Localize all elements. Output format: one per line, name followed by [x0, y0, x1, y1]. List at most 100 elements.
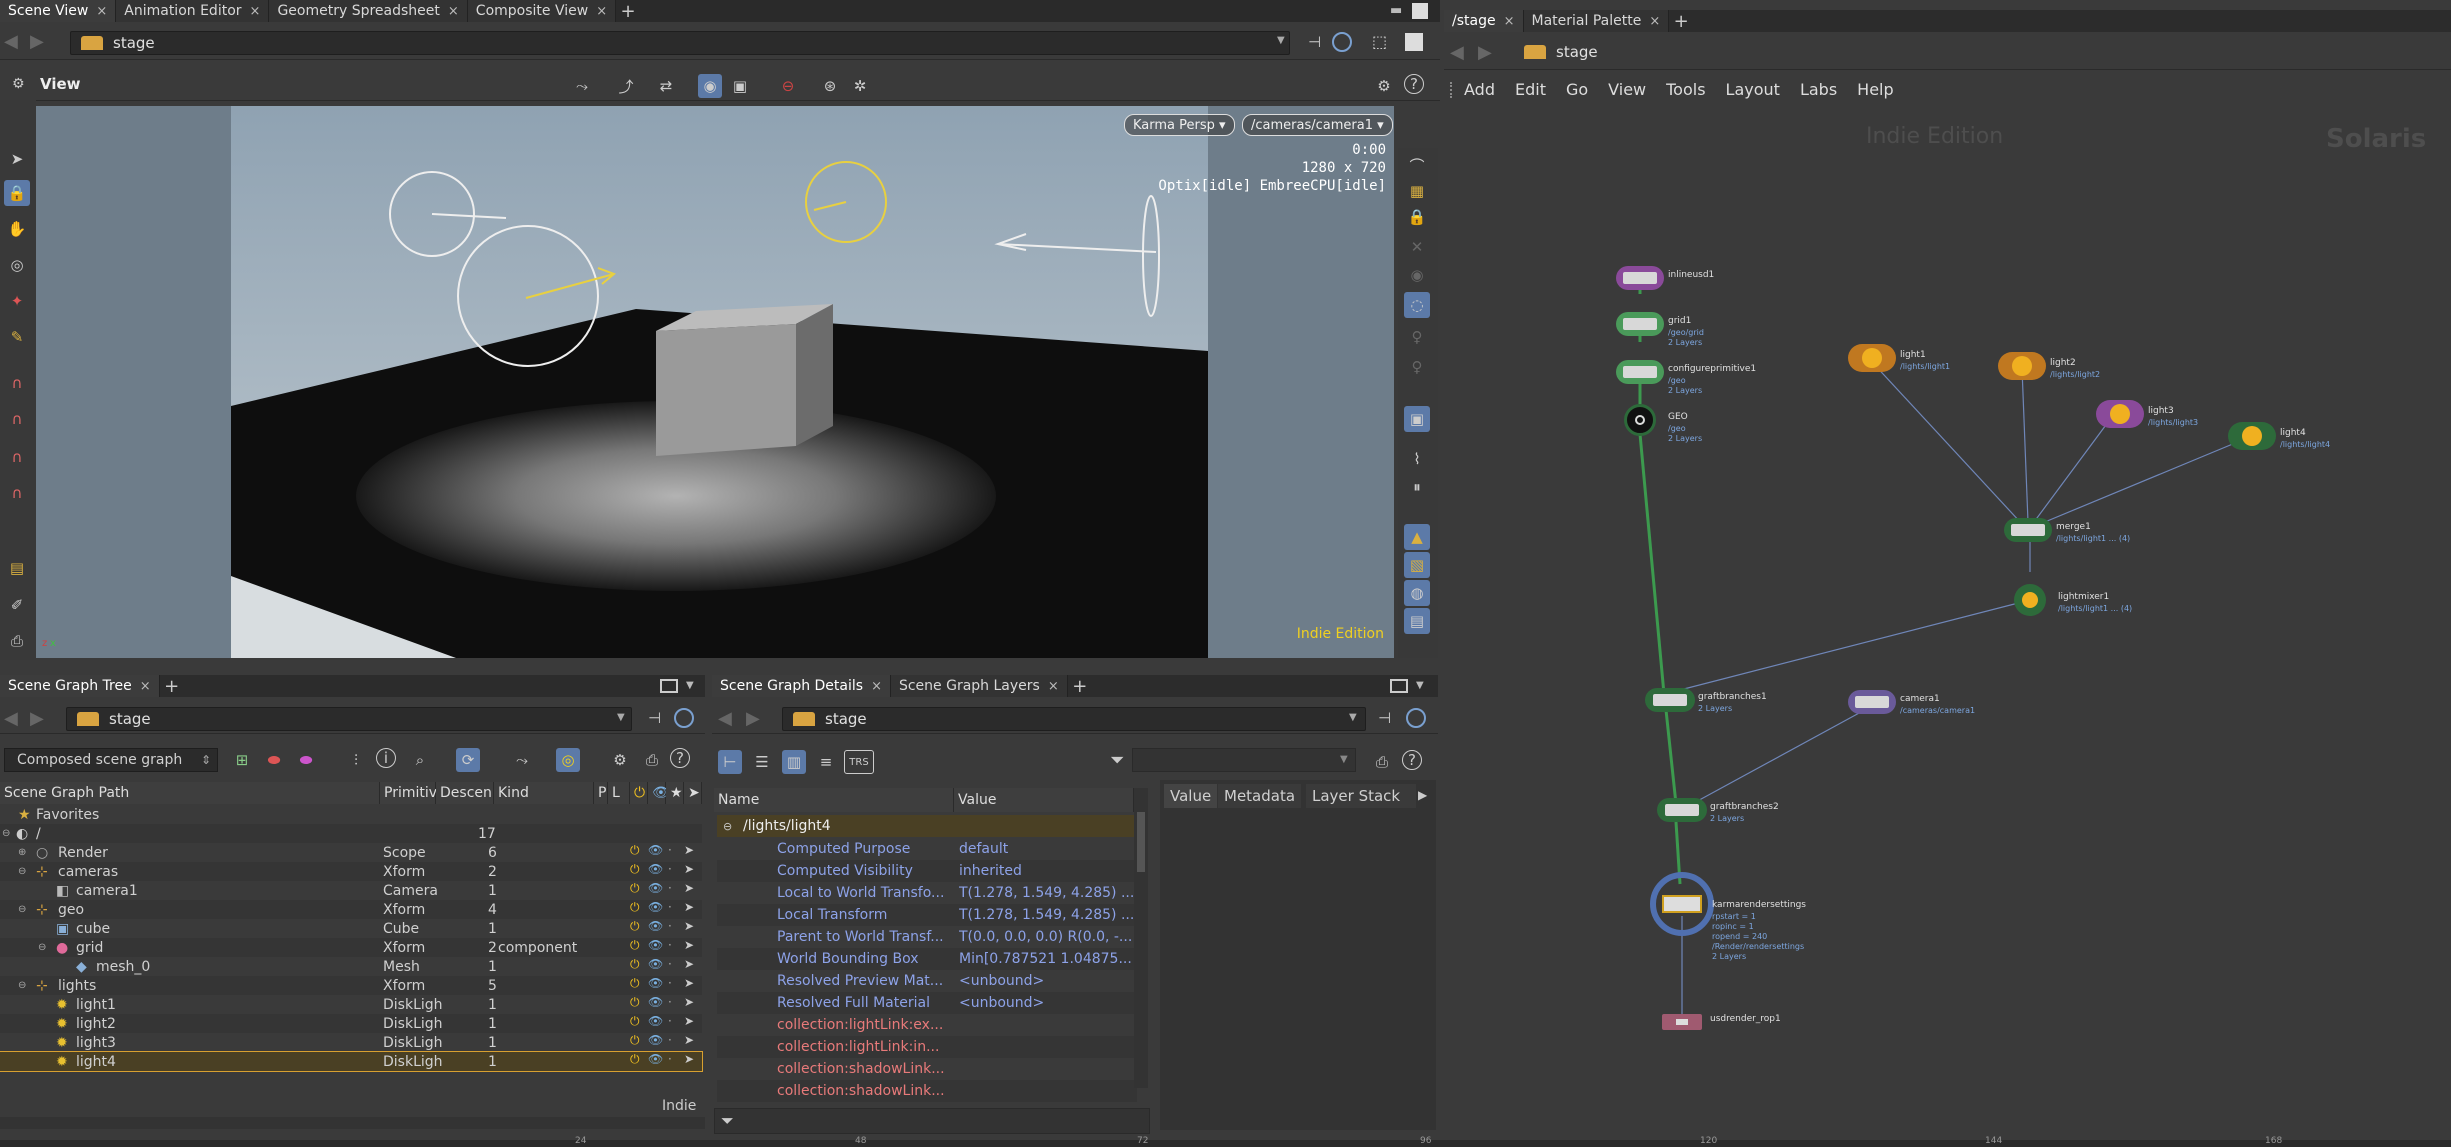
collapse-icon[interactable]: ⊖ — [18, 980, 26, 991]
close-icon[interactable]: × — [871, 679, 882, 694]
display-option-icon[interactable]: ✕ — [1404, 234, 1430, 260]
menu-help[interactable]: Help — [1857, 80, 1893, 99]
active-icon[interactable]: ⏻ — [630, 938, 640, 953]
settings-gear-icon[interactable]: ⚙ — [608, 748, 632, 772]
lock-icon[interactable]: 🔒 — [4, 180, 30, 206]
menu-edit[interactable]: Edit — [1515, 80, 1546, 99]
details-row[interactable]: Local to World Transfo... T(1.278, 1.549,… — [717, 882, 1137, 904]
node-configureprimitive1[interactable] — [1616, 360, 1664, 384]
star-slot-icon[interactable]: · — [668, 938, 672, 952]
menu-tools[interactable]: Tools — [1666, 80, 1705, 99]
lock-icon[interactable]: 🔒 — [1404, 204, 1430, 230]
pause-icon[interactable]: ⏸ — [1404, 474, 1430, 500]
back-arrow-icon[interactable]: ◀ — [4, 31, 18, 52]
display-option-icon[interactable]: ▦ — [1404, 178, 1430, 204]
details-row[interactable]: collection:lightLink:in... — [717, 1036, 1137, 1058]
column-header-active-icon[interactable]: ⏻ — [630, 782, 648, 804]
active-icon[interactable]: ⏻ — [630, 976, 640, 991]
tree-row-lights[interactable]: ⊖ ⊹ lights Xform 5 — [0, 976, 702, 995]
visible-icon[interactable]: 👁 — [648, 1014, 663, 1028]
star-slot-icon[interactable]: · — [668, 919, 672, 933]
collapse-icon[interactable]: ⊖ — [2, 828, 10, 839]
link-icon[interactable] — [1406, 708, 1426, 728]
visible-icon[interactable]: 👁 — [648, 919, 663, 933]
menu-view[interactable]: View — [1608, 80, 1646, 99]
column-header-path[interactable]: Scene Graph Path — [0, 782, 380, 804]
hierarchy-icon[interactable]: ⊢ — [718, 750, 742, 774]
details-prim-row[interactable]: ⊖ /lights/light4 — [717, 815, 1137, 837]
tree-row-camera1[interactable]: ◧ camera1 Camera 1 — [0, 881, 702, 900]
rows-icon[interactable]: ≡ — [814, 750, 838, 774]
details-header-name[interactable]: Name — [714, 788, 954, 812]
active-icon[interactable]: ⏻ — [630, 881, 640, 896]
close-icon[interactable]: × — [448, 4, 459, 19]
tree-path-field[interactable]: stage — [66, 707, 632, 731]
close-icon[interactable]: × — [1048, 679, 1059, 694]
magnet-icon[interactable]: ∩ — [4, 444, 30, 470]
details-row[interactable]: collection:shadowLink... — [717, 1058, 1137, 1080]
node-usdrender_rop1[interactable] — [1662, 1014, 1702, 1030]
collapse-icon[interactable]: ⊖ — [18, 866, 26, 877]
add-tab-button[interactable]: + — [1669, 10, 1693, 32]
chevron-down-icon[interactable]: ▼ — [1277, 35, 1285, 46]
tree-row-favorites[interactable]: ★ Favorites — [0, 805, 702, 824]
column-header-select-icon[interactable]: ➤ — [684, 782, 702, 804]
star-slot-icon[interactable]: · — [668, 862, 672, 876]
light-tool-icon[interactable]: ✦ — [4, 288, 30, 314]
link-icon[interactable] — [1332, 32, 1352, 52]
node-camera1[interactable] — [1848, 690, 1896, 714]
panel-menu-icon[interactable]: ▬ — [1390, 3, 1402, 18]
visible-icon[interactable]: 👁 — [648, 862, 663, 876]
layout-icon[interactable] — [1405, 33, 1423, 51]
forward-arrow-icon[interactable]: ▶ — [30, 31, 44, 52]
node-karmarendersettings[interactable] — [1650, 872, 1714, 936]
view-menu-icon[interactable]: ⚙ — [12, 76, 25, 92]
renderer-dropdown[interactable]: Karma Persp ▾ — [1124, 114, 1235, 136]
back-arrow-icon[interactable]: ◀ — [718, 708, 732, 729]
viewport-title[interactable]: View — [40, 75, 81, 93]
pin-icon[interactable]: ⊣ — [1308, 33, 1321, 51]
active-icon[interactable]: ⏻ — [630, 1014, 640, 1029]
display-option-icon[interactable]: ⌒ — [1404, 152, 1430, 178]
tab-scene-view[interactable]: Scene View × — [0, 0, 117, 22]
select-icon[interactable]: ➤ — [684, 995, 694, 1009]
scroll-thumb[interactable] — [1137, 812, 1145, 872]
tree-tool-icon[interactable]: ⬬ — [262, 748, 286, 772]
tab-geometry-spreadsheet[interactable]: Geometry Spreadsheet × — [269, 0, 468, 22]
add-tab-button[interactable]: + — [1068, 675, 1092, 697]
active-icon[interactable]: ⏻ — [630, 900, 640, 915]
edit-tool-icon[interactable]: ✎ — [4, 324, 30, 350]
add-tab-button[interactable]: + — [616, 0, 640, 22]
filter-field[interactable] — [1132, 748, 1356, 772]
details-header-value[interactable]: Value — [954, 788, 1134, 812]
details-row[interactable]: Parent to World Transf... T(0.0, 0.0, 0.0… — [717, 926, 1137, 948]
details-row[interactable]: Computed Purpose default — [717, 838, 1137, 860]
select-icon[interactable]: ➤ — [684, 1052, 694, 1066]
display-option-icon[interactable]: ◍ — [1404, 580, 1430, 606]
node-GEO[interactable] — [1624, 404, 1656, 436]
node-lightmixer1[interactable] — [2014, 584, 2046, 616]
back-arrow-icon[interactable]: ◀ — [1450, 42, 1464, 63]
star-slot-icon[interactable]: · — [668, 1052, 672, 1066]
magnet-icon[interactable]: ∩ — [4, 480, 30, 506]
info-icon[interactable]: i — [376, 748, 396, 768]
column-header-l[interactable]: L — [608, 782, 630, 804]
tree-row-render[interactable]: ⊕ ○ Render Scope 6 — [0, 843, 702, 862]
tree-row-light2[interactable]: ✹ light2 DiskLigh 1 — [0, 1014, 702, 1033]
details-row[interactable]: Resolved Full Material <unbound> — [717, 992, 1137, 1014]
scene-graph-mode-select[interactable]: Composed scene graph ⇕ — [4, 748, 218, 772]
camera-dropdown[interactable]: /cameras/camera1 ▾ — [1242, 114, 1393, 136]
forward-arrow-icon[interactable]: ▶ — [30, 708, 44, 729]
columns-icon[interactable]: ▥ — [782, 750, 806, 774]
visible-icon[interactable]: 👁 — [648, 938, 663, 952]
maximize-icon[interactable] — [1412, 3, 1428, 19]
select-icon[interactable]: ➤ — [684, 862, 694, 876]
side-tab-value[interactable]: Value — [1164, 784, 1218, 808]
tab-material-palette[interactable]: Material Palette × — [1523, 10, 1670, 32]
tree-tool-icon[interactable]: ⬬ — [294, 748, 318, 772]
tab-scene-graph-details[interactable]: Scene Graph Details × — [712, 675, 891, 697]
forward-arrow-icon[interactable]: ▶ — [1478, 42, 1492, 63]
star-slot-icon[interactable]: · — [668, 1033, 672, 1047]
column-header-primitive[interactable]: Primitiv — [380, 782, 437, 804]
display-option-icon[interactable]: ♀ — [1404, 324, 1430, 350]
